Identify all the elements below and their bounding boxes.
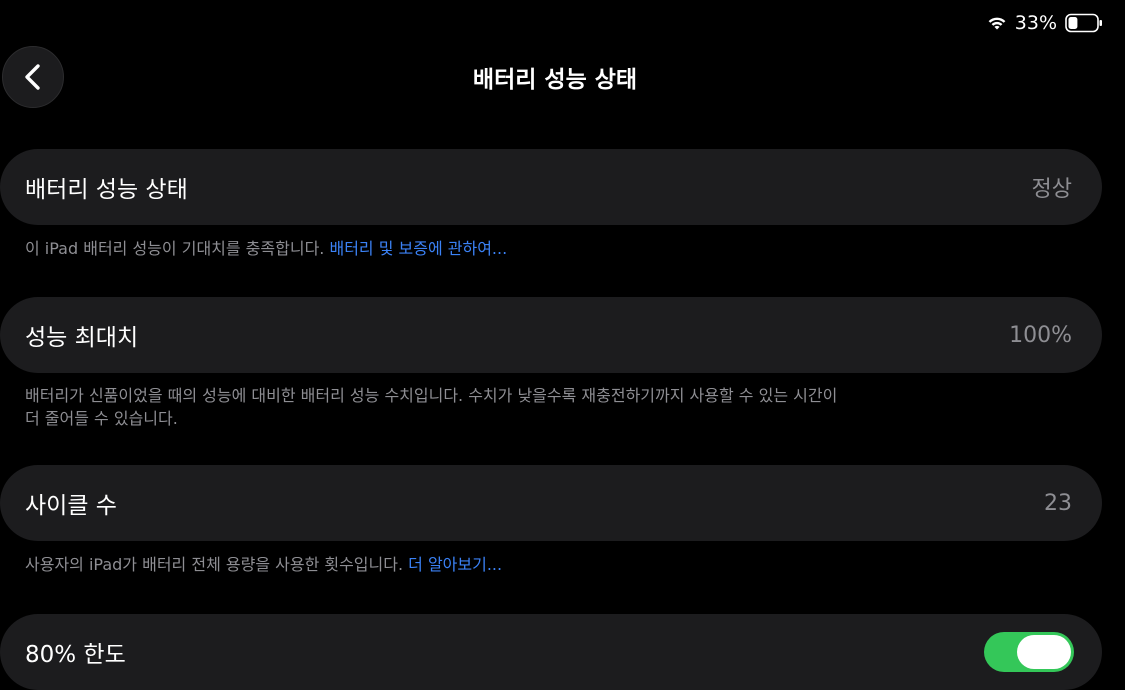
cycle-count-footnote-text: 사용자의 iPad가 배터리 전체 용량을 사용한 횟수입니다. (25, 555, 409, 574)
cycle-count-label: 사이클 수 (25, 493, 117, 519)
battery-percentage: 33% (1014, 12, 1057, 34)
wifi-icon (988, 17, 1006, 30)
maximum-capacity-label: 성능 최대치 (25, 325, 139, 351)
maximum-capacity-footnote-line2: 더 줄어들 수 있습니다. (25, 409, 178, 428)
maximum-capacity-footnote: 배터리가 신품이었을 때의 성능에 대비한 배터리 성능 수치입니다. 수치가 … (25, 384, 925, 430)
battery-health-label: 배터리 성능 상태 (25, 177, 188, 203)
toggle-knob (1017, 635, 1071, 669)
battery-warranty-link[interactable]: 배터리 및 보증에 관하여... (329, 239, 507, 258)
battery-icon (1065, 13, 1102, 33)
limit-80-row: 80% 한도 (0, 614, 1102, 690)
maximum-capacity-value: 100% (1009, 322, 1072, 348)
battery-health-row: 배터리 성능 상태 정상 (0, 149, 1102, 225)
cycle-count-value: 23 (1044, 490, 1072, 516)
page-title: 배터리 성능 상태 (472, 67, 638, 93)
status-bar: 33% (987, 10, 1103, 36)
limit-80-label: 80% 한도 (25, 642, 126, 668)
maximum-capacity-footnote-line1: 배터리가 신품이었을 때의 성능에 대비한 배터리 성능 수치입니다. 수치가 … (25, 386, 838, 405)
maximum-capacity-row: 성능 최대치 100% (0, 297, 1102, 373)
cycle-count-footnote: 사용자의 iPad가 배터리 전체 용량을 사용한 횟수입니다. 더 알아보기.… (25, 553, 925, 576)
limit-80-toggle[interactable] (984, 632, 1074, 672)
cycle-count-row: 사이클 수 23 (0, 465, 1102, 541)
battery-health-footnote-text: 이 iPad 배터리 성능이 기대치를 충족합니다. (25, 239, 330, 258)
battery-health-value: 정상 (1031, 177, 1072, 202)
battery-health-footnote: 이 iPad 배터리 성능이 기대치를 충족합니다. 배터리 및 보증에 관하여… (25, 237, 925, 260)
learn-more-link[interactable]: 더 알아보기... (408, 555, 502, 574)
battery-level-fill (1068, 17, 1078, 29)
